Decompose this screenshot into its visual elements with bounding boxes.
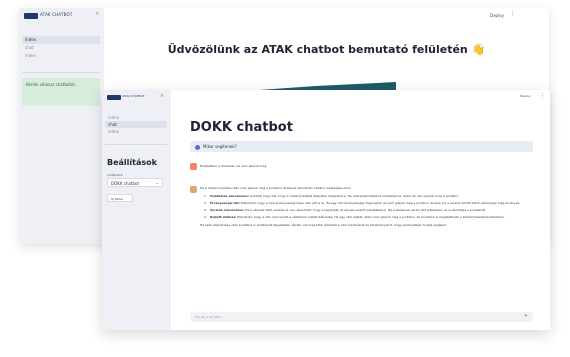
list-item-text: Győződj meg róla, hogy a cikket publikál… [249,194,460,198]
list-item: 2. Érvényességi idő: Ellenőrizd, hogy a … [204,201,533,206]
back-close-icon[interactable]: × [95,11,99,17]
back-logo-icon [24,13,38,19]
front-menu-icon[interactable]: ⋮ [540,93,545,99]
bot-answer-intro: Ha a cikked mentése után nem jelenik meg… [200,186,351,190]
list-item: 3. Verziók ellenőrzése: Ha a cikknek töb… [204,208,533,213]
back-welcome-title: Üdvözölünk az ATAK chatbot bemutató felü… [167,43,486,56]
list-item-text: Ha a cikknek több verziója is van, ellen… [244,208,487,212]
front-logo-icon [107,95,121,100]
back-nav-item-chat[interactable]: chat [22,44,100,52]
list-item-heading: Rejtett státusz: [210,215,237,219]
list-item-number: 3. [204,208,207,212]
list-item: 4. Rejtett státusz: Ellenőrizd, hogy a c… [204,215,533,220]
chatbot-select-label: Chatbotok [107,173,123,177]
list-item-text: Ellenőrizd, hogy a cikk nem került-e vél… [236,215,505,219]
back-sidebar: ATAK CHATBOT × Index chat index Kérlek v… [19,8,104,244]
user-question-message: Mikor segítenek? [190,141,533,152]
bot-avatar-icon [190,186,197,193]
send-icon[interactable]: ➤ [524,313,528,319]
front-nav-item-index[interactable]: index [105,114,167,121]
back-nav: Index chat index [22,36,100,60]
back-info-alert: Kérlek válassz chatbotot. [22,78,100,106]
front-brand-label: ATAK CHATBOT [122,94,145,98]
list-item: 1. Publikálás ellenőrzése: Győződj meg r… [204,194,533,199]
list-item-heading: Verziók ellenőrzése: [210,208,245,212]
chat-input[interactable]: Írja ide a kérdést... ➤ [190,312,533,322]
chat-input-placeholder: Írja ide a kérdést... [195,315,224,319]
list-item-number: 1. [204,194,207,198]
list-item-heading: Érvényességi idő: [210,201,240,205]
user-avatar-icon [190,163,197,170]
back-sidebar-divider [22,72,100,73]
back-nav-item-index[interactable]: Index [22,36,100,44]
bot-answer-footer: Ha ezek ellenőrzése után továbbra is pro… [200,223,447,227]
bot-answer-message: Ha a cikked mentése után nem jelenik meg… [190,186,533,228]
front-nav: index chat index [105,114,167,135]
back-nav-item-index-2[interactable]: index [22,52,100,60]
chatbot-select-value: DOKK chatbot [111,181,140,186]
back-brand-label: ATAK CHATBOT [40,12,73,17]
user-question-text: Mikor segítenek? [203,144,237,149]
back-menu-icon[interactable]: ⋮ [510,11,515,17]
front-close-icon[interactable]: × [160,93,164,99]
front-sidebar-divider [105,144,167,145]
user-message-text: Elnézettem a cikkemet, de nem jelenik me… [200,164,268,168]
settings-heading: Beállítások [107,158,157,167]
front-deploy-button[interactable]: Deploy [520,94,531,98]
front-sidebar: ATAK CHATBOT × index chat index Beállítá… [102,90,171,330]
page-title: DOKK chatbot [190,120,293,135]
back-deploy-button[interactable]: Deploy [490,13,504,18]
user-message-row: Elnézettem a cikkemet, de nem jelenik me… [190,163,533,171]
user-avatar-icon [195,144,200,150]
list-item-number: 4. [204,215,207,219]
new-topic-button[interactable]: Új téma [107,194,133,202]
front-nav-item-chat[interactable]: chat [105,121,167,128]
list-item-heading: Publikálás ellenőrzése: [210,194,250,198]
list-item-text: Ellenőrizd, hogy a cikk érvényességi ide… [239,201,521,205]
chatbot-select[interactable]: DOKK chatbot ⌄ [107,178,163,187]
chevron-down-icon: ⌄ [155,180,159,185]
list-item-number: 2. [204,201,207,205]
screenshot-stage: ATAK CHATBOT × Index chat index Kérlek v… [0,0,570,357]
front-app-window: ATAK CHATBOT × index chat index Beállítá… [102,90,550,330]
bot-answer-list: 1. Publikálás ellenőrzése: Győződj meg r… [204,194,533,220]
front-nav-item-index-2[interactable]: index [105,128,167,135]
